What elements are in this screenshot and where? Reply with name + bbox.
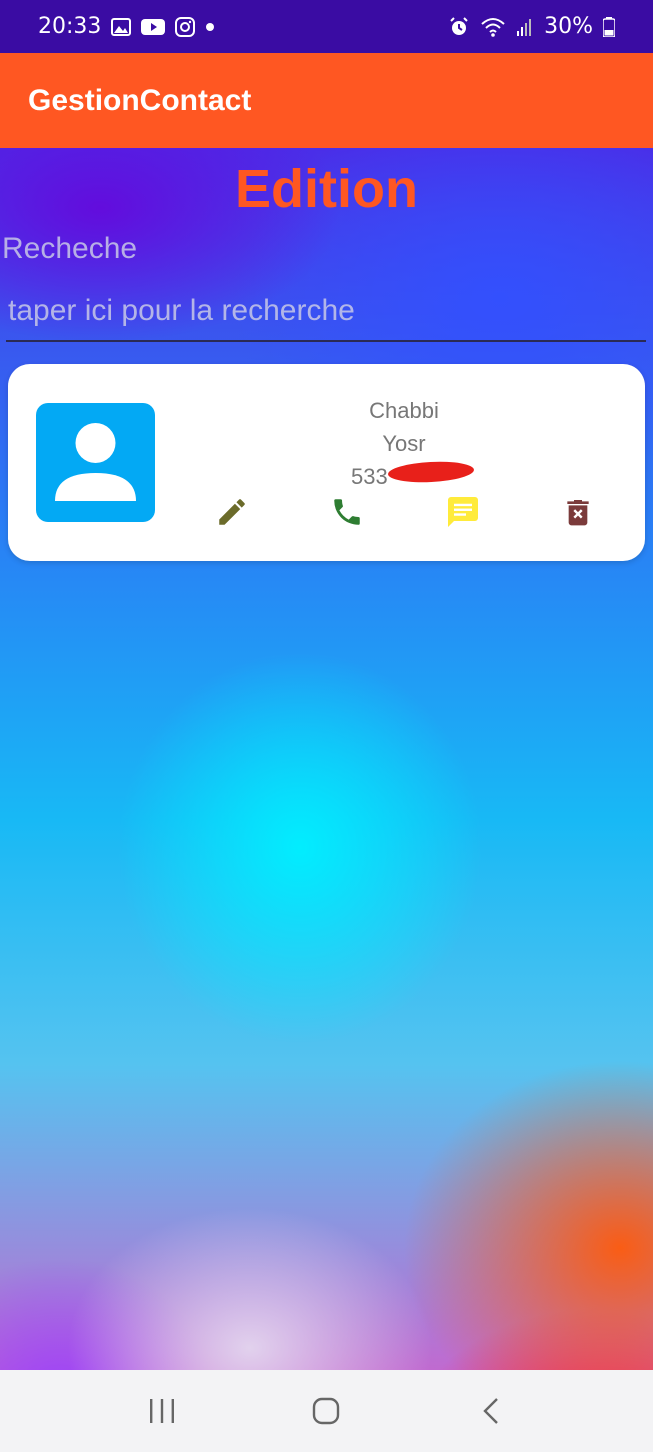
app-title: GestionContact bbox=[28, 83, 252, 117]
search-label: Recheche bbox=[2, 232, 138, 265]
recents-icon bbox=[150, 1399, 175, 1423]
status-bar-left: 20:33 bbox=[38, 14, 215, 39]
trash-icon bbox=[567, 500, 589, 526]
status-time: 20:33 bbox=[38, 14, 102, 39]
status-bar: 20:33 30% bbox=[0, 0, 653, 53]
home-button[interactable] bbox=[296, 1381, 356, 1441]
edit-button[interactable] bbox=[212, 492, 252, 532]
status-bar-right: 30% bbox=[448, 14, 615, 39]
contact-first-name: Yosr bbox=[382, 431, 426, 456]
phone-icon bbox=[334, 499, 360, 525]
message-icon bbox=[448, 497, 478, 527]
home-icon bbox=[313, 1397, 340, 1425]
dot-icon bbox=[205, 22, 215, 32]
call-button[interactable] bbox=[327, 492, 367, 532]
contact-phone-visible: 533 bbox=[351, 464, 388, 489]
contact-card[interactable]: Chabbi Yosr 533 bbox=[8, 364, 645, 561]
signal-icon bbox=[516, 17, 534, 37]
person-icon bbox=[36, 403, 155, 522]
pencil-icon bbox=[219, 499, 245, 525]
battery-percent: 30% bbox=[544, 14, 593, 39]
delete-button[interactable] bbox=[558, 492, 598, 532]
page-title: Edition bbox=[235, 159, 418, 219]
message-button[interactable] bbox=[443, 492, 483, 532]
instagram-icon bbox=[175, 16, 196, 37]
back-icon bbox=[483, 1398, 498, 1424]
youtube-icon bbox=[141, 18, 166, 36]
alarm-icon bbox=[448, 16, 470, 38]
app-bar: GestionContact bbox=[0, 53, 653, 148]
wifi-icon bbox=[480, 16, 506, 38]
contact-last-name: Chabbi bbox=[369, 398, 439, 423]
battery-icon bbox=[603, 16, 615, 37]
gallery-icon bbox=[111, 17, 132, 36]
search-input[interactable] bbox=[6, 288, 646, 342]
back-button[interactable] bbox=[461, 1381, 521, 1441]
recents-button[interactable] bbox=[132, 1381, 192, 1441]
navigation-bar bbox=[0, 1370, 653, 1452]
main-content: Edition Recheche Chabbi Yosr 533 bbox=[0, 148, 653, 1370]
